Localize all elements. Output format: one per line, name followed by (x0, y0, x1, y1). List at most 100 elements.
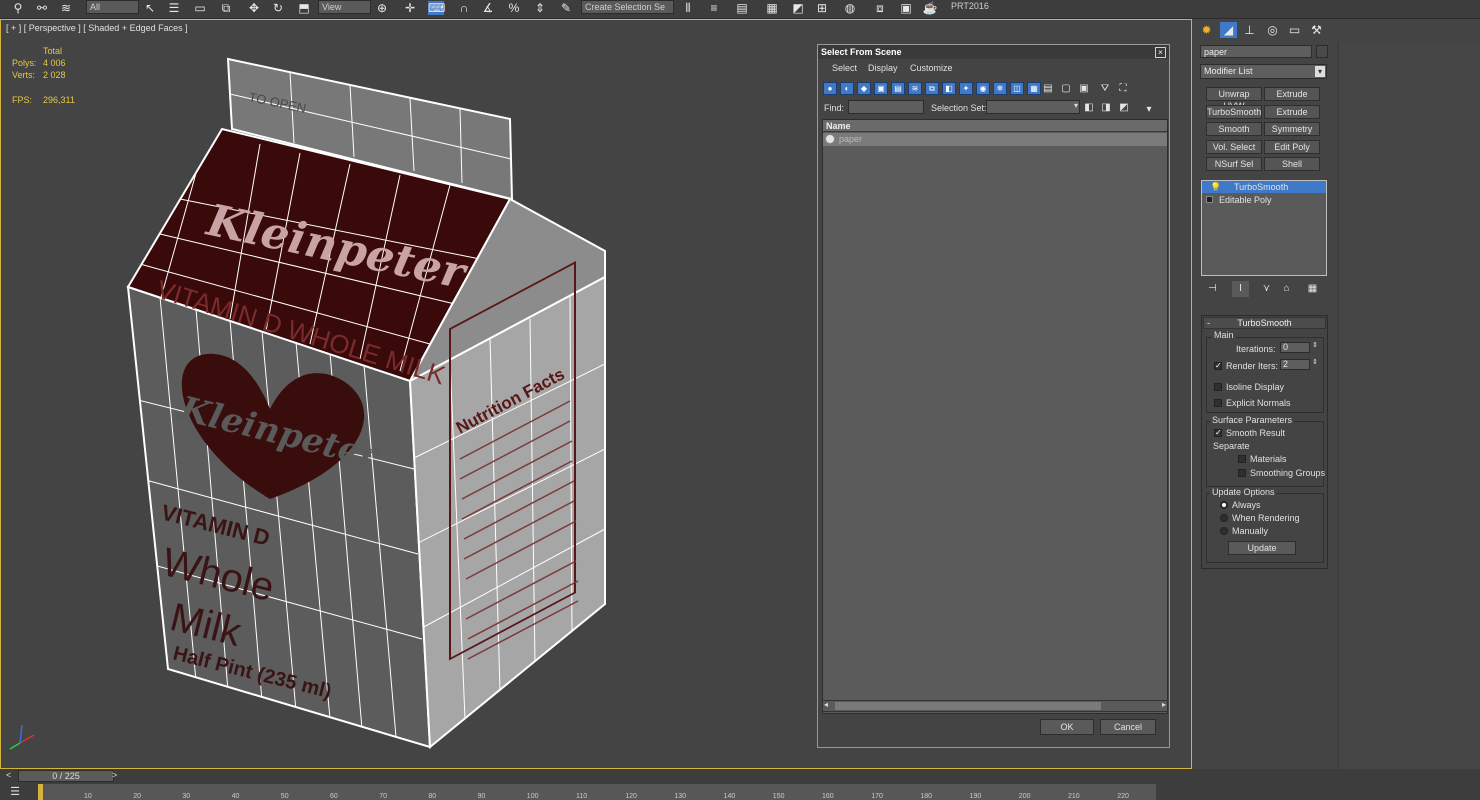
angle-snap-icon[interactable]: ∡ (480, 1, 496, 15)
modifier-list-dropdown[interactable]: Modifier List ▾ (1200, 64, 1327, 79)
modifier-stack[interactable]: 💡 TurboSmooth Editable Poly (1201, 180, 1327, 276)
reference-coordinate-dropdown[interactable]: View (318, 0, 371, 14)
dialog-title[interactable]: Select From Scene (818, 45, 1169, 59)
motion-tab-icon[interactable]: ◎ (1264, 22, 1281, 38)
milk-carton-model[interactable]: Kleinpeter VITAMIN D WHOLE MILK TO OPEN … (0, 19, 820, 769)
spinner-arrows-icon[interactable]: ⇕ (1312, 341, 1318, 349)
rendered-frame-window-icon[interactable]: ▣ (898, 1, 914, 15)
display-spacewarps-icon[interactable]: ≋ (908, 82, 922, 95)
display-geometry-icon[interactable]: ● (823, 82, 837, 95)
scale-icon[interactable]: ⬒ (296, 1, 312, 15)
pin-stack-icon[interactable]: ⊣ (1204, 281, 1221, 297)
render-setup-icon[interactable]: ⧈ (872, 1, 888, 15)
extrude-button-2[interactable]: Extrude (1264, 105, 1320, 119)
modify-tab-icon[interactable]: ◢ (1220, 22, 1237, 38)
display-all-icon[interactable]: ▦ (1027, 82, 1041, 95)
horizontal-scrollbar[interactable]: ◂ ▸ (822, 700, 1168, 712)
move-icon[interactable]: ✥ (246, 1, 262, 15)
display-groups-icon[interactable]: ⧉ (925, 82, 939, 95)
display-bones-icon[interactable]: ✦ (959, 82, 973, 95)
close-icon[interactable]: × (1155, 47, 1166, 58)
layer-manager-icon[interactable]: ▤ (734, 1, 750, 15)
smoothing-groups-checkbox[interactable] (1238, 469, 1246, 477)
extrude-button-1[interactable]: Extrude (1264, 87, 1320, 101)
cancel-button[interactable]: Cancel (1100, 719, 1156, 735)
selection-set-dropdown[interactable]: ▾ (986, 100, 1080, 114)
link-icon[interactable]: ⚲ (10, 1, 26, 15)
ok-button[interactable]: OK (1040, 719, 1094, 735)
named-selection-set-dropdown[interactable]: Create Selection Se (581, 0, 674, 14)
edit-named-selection-icon[interactable]: ✎ (558, 1, 574, 15)
select-object-icon[interactable]: ↖ (142, 1, 158, 15)
unlink-icon[interactable]: ⚯ (34, 1, 50, 15)
render-production-icon[interactable]: ☕ (922, 1, 938, 15)
menu-display[interactable]: Display (868, 63, 898, 73)
create-tab-icon[interactable]: ✹ (1198, 22, 1215, 38)
percent-snap-icon[interactable]: % (506, 1, 522, 15)
when-rendering-radio[interactable] (1220, 514, 1228, 522)
make-unique-icon[interactable]: ⋎ (1258, 281, 1275, 297)
isoline-display-checkbox[interactable] (1214, 383, 1222, 391)
scroll-left-icon[interactable]: ◂ (824, 700, 828, 709)
display-containers-icon[interactable]: ◉ (976, 82, 990, 95)
hierarchy-tab-icon[interactable]: ⊥ (1241, 22, 1258, 38)
display-frozen-icon[interactable]: ❄ (993, 82, 1007, 95)
object-name-input[interactable] (1200, 45, 1312, 58)
display-hidden-icon[interactable]: ◫ (1010, 82, 1024, 95)
spinner-arrows-icon[interactable]: ⇕ (1312, 358, 1318, 366)
display-lights-icon[interactable]: ◆ (857, 82, 871, 95)
mirror-icon[interactable]: ⫴ (680, 1, 696, 15)
curve-editor-icon[interactable]: ◩ (790, 1, 806, 15)
select-by-name-icon[interactable]: ☰ (166, 1, 182, 15)
iterations-spinner[interactable]: 0 (1280, 342, 1310, 353)
display-helpers-icon[interactable]: ▤ (891, 82, 905, 95)
current-frame-marker[interactable] (38, 784, 43, 800)
time-slider-prev-icon[interactable]: < (6, 770, 11, 780)
bind-space-warp-icon[interactable]: ≋ (58, 1, 74, 15)
update-button[interactable]: Update (1228, 541, 1296, 555)
keyboard-shortcut-override-icon[interactable]: ⌨ (428, 1, 445, 15)
vol-select-button[interactable]: Vol. Select (1206, 140, 1262, 154)
manually-radio[interactable] (1220, 527, 1228, 535)
column-header-name[interactable]: Name (823, 120, 1167, 132)
window-crossing-icon[interactable]: ⧉ (218, 1, 234, 15)
unwrap-uvw-button[interactable]: Unwrap UVW (1206, 87, 1262, 111)
always-radio[interactable] (1220, 501, 1228, 509)
show-end-result-icon[interactable]: I (1232, 281, 1249, 297)
snaps-toggle-icon[interactable]: ∩ (456, 1, 472, 15)
configure-modifier-sets-icon[interactable]: ▦ (1304, 281, 1321, 297)
edit-poly-button[interactable]: Edit Poly (1264, 140, 1320, 154)
materials-checkbox[interactable] (1238, 455, 1246, 463)
create-selection-set-icon[interactable]: ◧ (1082, 101, 1096, 114)
smooth-button[interactable]: Smooth (1206, 122, 1262, 136)
time-ruler[interactable]: 10 20 30 40 50 60 70 80 90 100 110 120 130 140 150 160 1… (38, 784, 1156, 800)
schematic-view-icon[interactable]: ⊞ (814, 1, 830, 15)
time-slider-next-icon[interactable]: > (112, 770, 117, 780)
utilities-tab-icon[interactable]: ⚒ (1308, 22, 1325, 38)
material-editor-icon[interactable]: ◍ (842, 1, 858, 15)
display-shapes-icon[interactable]: ◐ (840, 82, 854, 95)
scene-explorer-icon[interactable]: ▦ (764, 1, 780, 15)
add-to-selection-set-icon[interactable]: ◨ (1099, 101, 1113, 114)
display-tab-icon[interactable]: ▭ (1286, 22, 1303, 38)
filter-icon[interactable]: ⛛ (1098, 82, 1112, 95)
expand-icon[interactable] (1206, 196, 1213, 203)
shell-button[interactable]: Shell (1264, 157, 1320, 171)
select-none-icon[interactable]: ▢ (1059, 82, 1073, 95)
stack-item-turbosmooth[interactable]: 💡 TurboSmooth (1202, 181, 1326, 193)
select-all-icon[interactable]: ▤ (1041, 82, 1055, 95)
rectangular-selection-icon[interactable]: ▭ (192, 1, 208, 15)
menu-customize[interactable]: Customize (910, 63, 953, 73)
remove-from-selection-set-icon[interactable]: ◩ (1117, 101, 1131, 114)
selection-filter-dropdown[interactable]: All (86, 0, 139, 14)
pivot-center-icon[interactable]: ⊕ (374, 1, 390, 15)
smooth-result-checkbox[interactable]: ✓ (1214, 429, 1222, 437)
scene-object-list[interactable]: Name paper (822, 119, 1168, 714)
rollout-title-bar[interactable]: - TurboSmooth (1203, 317, 1326, 329)
time-slider[interactable]: 0 / 225 (18, 770, 114, 782)
explicit-normals-checkbox[interactable] (1214, 399, 1222, 407)
hierarchy-filter-icon[interactable]: ⛶ (1116, 82, 1130, 95)
select-invert-icon[interactable]: ▣ (1077, 82, 1091, 95)
stack-item-editable-poly[interactable]: Editable Poly (1202, 194, 1326, 206)
menu-select[interactable]: Select (832, 63, 857, 73)
